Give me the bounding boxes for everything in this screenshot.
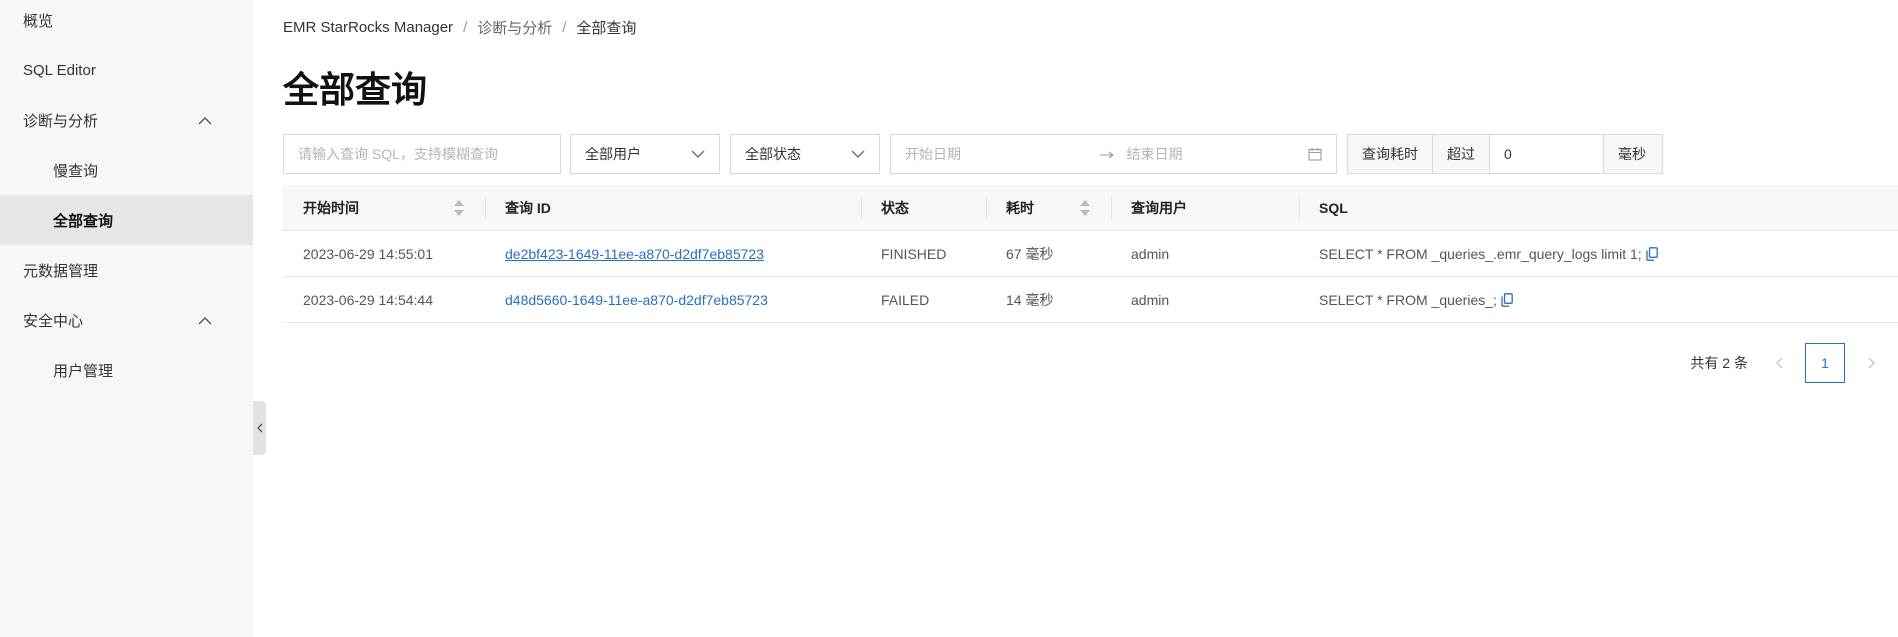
column-header-status: 状态 [861, 185, 986, 231]
copy-icon[interactable] [1501, 293, 1513, 307]
cell-cost: 67 毫秒 [1006, 246, 1054, 262]
sidebar-item-label: SQL Editor [23, 61, 96, 79]
date-range-picker[interactable]: 开始日期 结束日期 [890, 134, 1337, 174]
status-select[interactable]: 全部状态 [730, 134, 880, 174]
column-header-label: 开始时间 [303, 200, 359, 216]
pagination-next-button[interactable] [1852, 343, 1892, 383]
query-cost-filter: 查询耗时 超过 毫秒 [1347, 134, 1663, 174]
breadcrumb: EMR StarRocks Manager / 诊断与分析 / 全部查询 [283, 16, 636, 38]
sidebar-item-label: 全部查询 [53, 212, 114, 230]
breadcrumb-item-root[interactable]: EMR StarRocks Manager [283, 19, 453, 36]
query-id-link[interactable]: d48d5660-1649-11ee-a870-d2df7eb85723 [505, 292, 768, 308]
status-select-value: 全部状态 [745, 146, 801, 162]
queries-table: 开始时间 查询 ID 状态 耗时 查询用户 SQL 2023-06-29 14:… [283, 185, 1898, 323]
cell-status: FAILED [881, 292, 930, 308]
search-field [283, 134, 561, 174]
cell-cost: 14 毫秒 [1006, 292, 1054, 308]
sidebar-item-label: 元数据管理 [23, 262, 99, 280]
breadcrumb-separator: / [463, 18, 468, 36]
chevron-left-icon [257, 423, 263, 433]
chevron-up-icon [197, 112, 213, 128]
pagination-total: 共有 2 条 [1690, 355, 1748, 371]
chevron-down-icon [851, 150, 865, 158]
pagination: 共有 2 条 1 [1498, 343, 1898, 383]
cell-user: admin [1131, 292, 1170, 308]
user-select-value: 全部用户 [585, 146, 641, 162]
cell-query-id: de2bf423-1649-11ee-a870-d2df7eb85723 [485, 231, 861, 277]
sidebar-item-security[interactable]: 安全中心 [0, 295, 253, 345]
breadcrumb-separator: / [562, 18, 567, 36]
pagination-prev-button[interactable] [1759, 343, 1799, 383]
column-header-label: 查询 ID [505, 200, 551, 216]
sql-text: SELECT * FROM _queries_.emr_query_logs l… [1319, 246, 1642, 262]
sidebar-item-all-queries[interactable]: 全部查询 [0, 195, 253, 245]
breadcrumb-item-diagnosis[interactable]: 诊断与分析 [477, 17, 552, 38]
column-header-user: 查询用户 [1111, 185, 1299, 231]
cell-user: admin [1131, 246, 1170, 262]
copy-icon[interactable] [1646, 247, 1658, 261]
end-date-input[interactable]: 结束日期 [1127, 144, 1309, 164]
query-id-link[interactable]: de2bf423-1649-11ee-a870-d2df7eb85723 [505, 246, 764, 262]
arrow-right-icon [1087, 146, 1127, 162]
sidebar-item-label: 安全中心 [23, 312, 84, 330]
query-cost-input-wrap [1490, 135, 1604, 173]
column-header-cost[interactable]: 耗时 [986, 185, 1111, 231]
column-header-label: 耗时 [1006, 200, 1034, 216]
query-cost-label: 查询耗时 [1348, 135, 1433, 173]
start-date-input[interactable]: 开始日期 [905, 144, 1087, 164]
cell-start-time: 2023-06-29 14:54:44 [303, 292, 433, 308]
query-cost-input[interactable] [1490, 135, 1603, 173]
sidebar-item-metadata[interactable]: 元数据管理 [0, 245, 253, 295]
breadcrumb-item-current: 全部查询 [576, 19, 637, 37]
sql-text: SELECT * FROM _queries_; [1319, 292, 1497, 308]
table-row: 2023-06-29 14:54:44 d48d5660-1649-11ee-a… [283, 277, 1898, 323]
cell-status: FINISHED [881, 246, 947, 262]
cell-query-id: d48d5660-1649-11ee-a870-d2df7eb85723 [485, 277, 861, 323]
query-cost-unit: 毫秒 [1604, 135, 1662, 173]
sidebar-collapse-handle[interactable] [253, 401, 266, 455]
sidebar-item-label: 用户管理 [53, 362, 114, 380]
column-header-label: 查询用户 [1131, 200, 1187, 216]
sidebar-item-label: 诊断与分析 [23, 112, 99, 130]
sidebar-item-label: 慢查询 [53, 162, 99, 180]
sort-icon[interactable] [1079, 199, 1091, 217]
search-input[interactable] [284, 135, 560, 173]
pagination-page-1[interactable]: 1 [1805, 343, 1845, 383]
cell-sql: SELECT * FROM _queries_; [1299, 277, 1898, 323]
column-header-start-time[interactable]: 开始时间 [283, 185, 485, 231]
chevron-up-icon [197, 312, 213, 328]
table-header: 开始时间 查询 ID 状态 耗时 查询用户 SQL [283, 185, 1898, 231]
sidebar-item-user-management[interactable]: 用户管理 [0, 345, 253, 395]
table-row: 2023-06-29 14:55:01 de2bf423-1649-11ee-a… [283, 231, 1898, 277]
sidebar-item-slow-query[interactable]: 慢查询 [0, 145, 253, 195]
column-header-label: SQL [1319, 200, 1348, 216]
column-header-label: 状态 [881, 200, 909, 216]
sidebar: 概览 SQL Editor 诊断与分析 慢查询 全部查询 元数据管理 安全中心 … [0, 0, 253, 637]
calendar-icon [1308, 148, 1322, 161]
cell-sql: SELECT * FROM _queries_.emr_query_logs l… [1299, 231, 1898, 277]
sidebar-item-label: 概览 [23, 12, 54, 30]
sort-icon[interactable] [453, 199, 465, 217]
cell-start-time: 2023-06-29 14:55:01 [303, 246, 433, 262]
chevron-right-icon [1868, 357, 1875, 369]
sidebar-item-overview[interactable]: 概览 [0, 0, 253, 45]
query-cost-operator[interactable]: 超过 [1433, 135, 1490, 173]
chevron-left-icon [1776, 357, 1783, 369]
user-select[interactable]: 全部用户 [570, 134, 720, 174]
column-header-query-id: 查询 ID [485, 185, 861, 231]
sidebar-item-diagnosis[interactable]: 诊断与分析 [0, 95, 253, 145]
chevron-down-icon [691, 150, 705, 158]
sidebar-item-sql-editor[interactable]: SQL Editor [0, 45, 253, 95]
page-title: 全部查询 [283, 69, 428, 110]
column-header-sql: SQL [1299, 185, 1898, 231]
